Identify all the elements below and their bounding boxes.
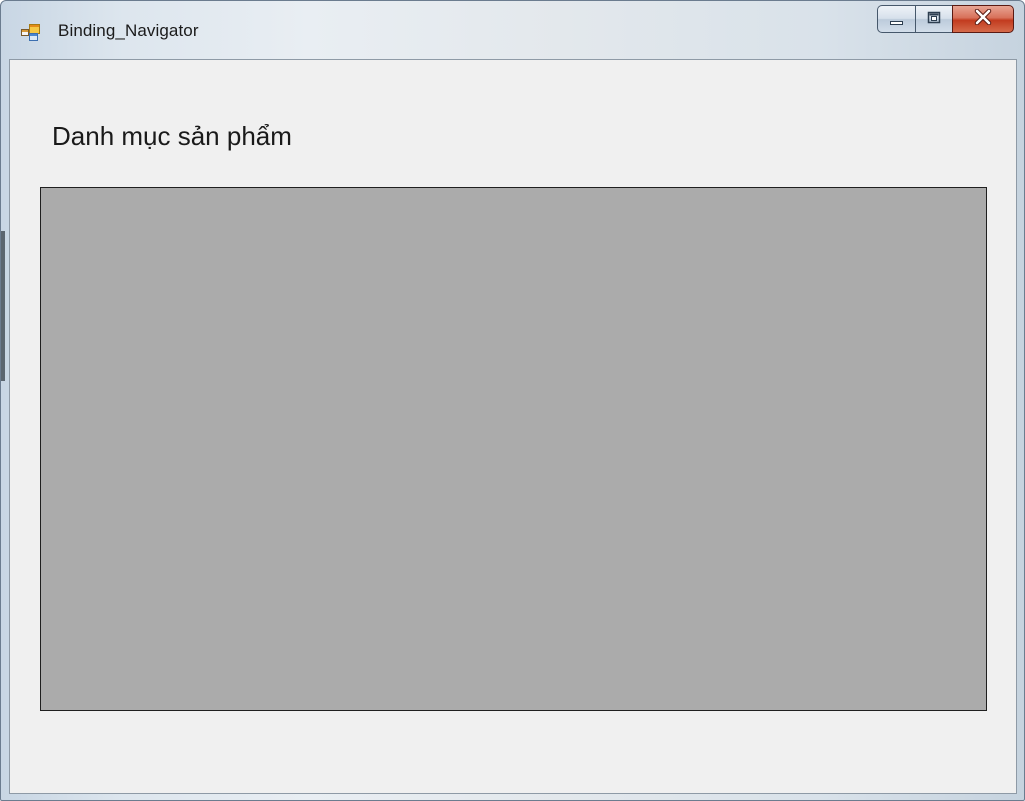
minimize-button[interactable] <box>877 5 915 33</box>
window-shadow-edge <box>1 231 5 381</box>
product-data-grid[interactable] <box>40 187 987 711</box>
close-button[interactable] <box>952 5 1014 33</box>
close-icon <box>974 8 992 29</box>
maximize-icon <box>926 10 942 29</box>
form-heading-label: Danh mục sản phẩm <box>52 121 292 151</box>
maximize-button[interactable] <box>915 5 952 33</box>
window-title: Binding_Navigator <box>58 21 199 40</box>
title-bar[interactable]: Binding_Navigator <box>1 1 1024 59</box>
minimize-icon <box>889 10 905 29</box>
form-client-area: Danh mục sản phẩm <box>9 59 1017 794</box>
caption-buttons <box>877 5 1014 35</box>
winforms-app-icon[interactable] <box>21 23 41 41</box>
application-window: Binding_Navigator Danh mục sản phẩm <box>0 0 1025 801</box>
